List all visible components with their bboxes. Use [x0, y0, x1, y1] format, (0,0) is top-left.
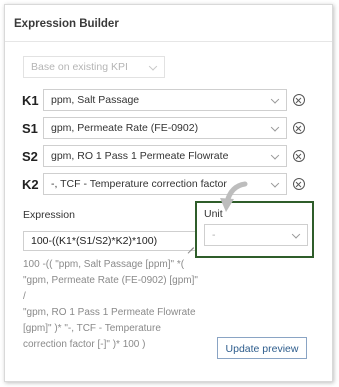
base-kpi-select[interactable]: Base on existing KPI: [23, 56, 165, 78]
expression-input[interactable]: 100-((K1*(S1/S2)*K2)*100): [23, 231, 197, 251]
preview-line: 100 -(( "ppm, Salt Passage [ppm]" *(: [23, 259, 185, 270]
preview-line: "gpm, RO 1 Pass 1 Permeate Flowrate: [23, 307, 196, 318]
update-preview-button[interactable]: Update preview: [217, 337, 307, 359]
variable-label-s2: S2: [22, 149, 38, 164]
variable-label-k2: K2: [22, 177, 39, 192]
expression-builder-panel: Expression Builder Base on existing KPI …: [4, 4, 333, 382]
chevron-down-icon: [270, 179, 280, 188]
base-kpi-placeholder: Base on existing KPI: [31, 61, 128, 73]
expression-preview: 100 -(( "ppm, Salt Passage [ppm]" *( "gp…: [23, 257, 203, 353]
preview-line: [gpm]" )* "-, TCF - Temperature: [23, 323, 161, 334]
chevron-down-icon: [148, 62, 158, 71]
chevron-down-icon: [270, 151, 280, 160]
variable-value-k1: ppm, Salt Passage: [51, 94, 140, 106]
variable-select-s1[interactable]: gpm, Permeate Rate (FE-0902): [43, 117, 287, 139]
expression-value: 100-((K1*(S1/S2)*K2)*100): [31, 235, 158, 247]
variable-value-s2: gpm, RO 1 Pass 1 Permeate Flowrate: [51, 150, 229, 162]
variable-value-s1: gpm, Permeate Rate (FE-0902): [51, 122, 199, 134]
clear-k1-icon[interactable]: [293, 94, 305, 106]
variable-label-k1: K1: [22, 93, 39, 108]
clear-s1-icon[interactable]: [293, 122, 305, 134]
preview-line: correction factor [-]" )* 100 ): [23, 339, 146, 350]
variable-select-k2[interactable]: -, TCF - Temperature correction factor: [43, 173, 287, 195]
variable-label-s1: S1: [22, 121, 38, 136]
variable-select-s2[interactable]: gpm, RO 1 Pass 1 Permeate Flowrate: [43, 145, 287, 167]
unit-select[interactable]: -: [204, 224, 308, 246]
preview-line: "gpm, Permeate Rate (FE-0902) [gpm]" /: [23, 275, 198, 302]
unit-value: -: [212, 229, 216, 241]
variable-select-k1[interactable]: ppm, Salt Passage: [43, 89, 287, 111]
curved-arrow-icon: [220, 181, 248, 212]
panel-title: Expression Builder: [14, 18, 119, 30]
chevron-down-icon: [291, 230, 301, 239]
clear-s2-icon[interactable]: [293, 150, 305, 162]
divider: [5, 41, 332, 42]
chevron-down-icon: [270, 123, 280, 132]
expression-label: Expression: [23, 209, 75, 221]
variable-value-k2: -, TCF - Temperature correction factor: [51, 178, 227, 190]
clear-k2-icon[interactable]: [293, 178, 305, 190]
chevron-down-icon: [270, 95, 280, 104]
resize-handle-icon[interactable]: [187, 241, 194, 248]
